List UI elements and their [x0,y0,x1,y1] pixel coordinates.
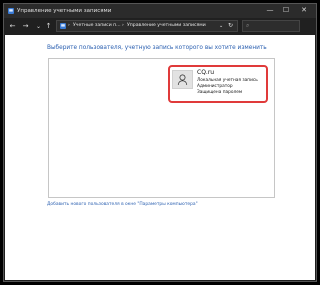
page-heading: Выберите пользователя, учетную запись ко… [47,45,267,51]
breadcrumb-item-user-accounts[interactable]: Учетные записи п... [73,21,121,31]
back-button[interactable]: ← [8,21,17,32]
minimize-button[interactable]: — [262,4,278,18]
title-bar: Управление учетными записями — ☐ ✕ [4,4,316,18]
refresh-button[interactable]: ↻ [228,21,233,31]
breadcrumb-separator: › [122,23,124,28]
account-password-status: Защищена паролем [197,90,243,95]
accounts-list: CQ.ru Локальная учетная запись Администр… [48,58,275,198]
account-tile[interactable]: CQ.ru Локальная учетная запись Администр… [168,65,268,103]
address-dropdown-button[interactable]: ⌄ [219,21,223,31]
content-area: Выберите пользователя, учетную запись ко… [5,35,315,280]
app-window: Управление учетными записями — ☐ ✕ ← → ⌄… [3,3,317,282]
breadcrumb[interactable]: › Учетные записи п... › Управление учетн… [56,20,238,32]
control-panel-icon [8,8,14,14]
breadcrumb-item-manage-accounts[interactable]: Управление учетными записями [127,21,206,31]
maximize-button[interactable]: ☐ [278,4,294,18]
user-icon [177,74,188,86]
window-title: Управление учетными записями [17,8,112,14]
account-type: Локальная учетная запись [197,78,258,83]
forward-button[interactable]: → [21,21,30,32]
avatar [172,70,193,89]
address-bar: ← → ⌄ ↑ › Учетные записи п... › Управлен… [4,18,316,35]
close-button[interactable]: ✕ [296,4,312,18]
search-icon: ⌕ [246,22,250,29]
account-name: CQ.ru [197,69,215,76]
up-button[interactable]: ↑ [44,21,53,32]
account-role: Администратор [197,84,233,89]
add-user-link[interactable]: Добавить нового пользователя в окне "Пар… [47,202,198,207]
control-panel-icon [60,23,66,29]
search-input[interactable]: ⌕ [242,20,300,32]
recent-locations-button[interactable]: ⌄ [34,21,43,32]
breadcrumb-separator: › [68,23,70,28]
